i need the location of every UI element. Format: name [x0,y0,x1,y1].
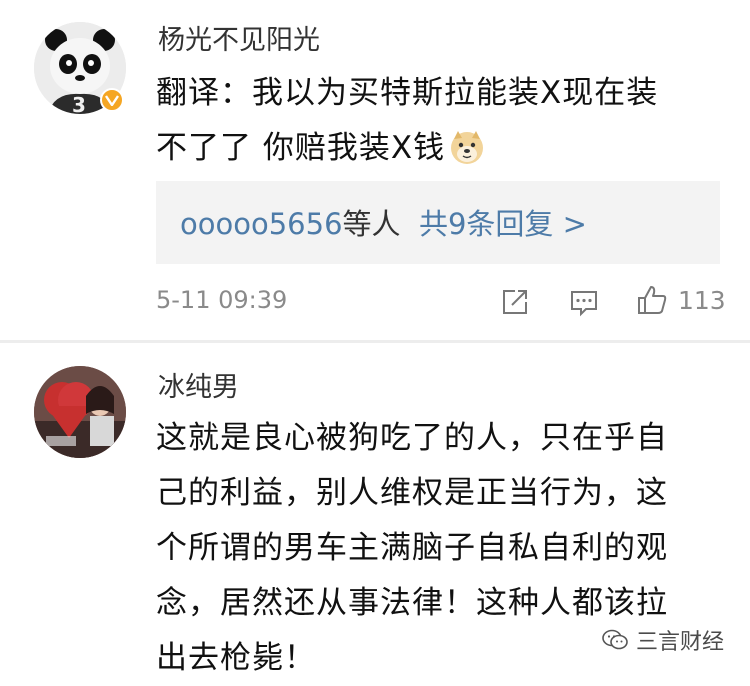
comment-item: 3 杨光不见阳光 翻译：我以为买特斯拉能装X现在装 不了了 你赔我装X钱 ooo… [0,0,750,340]
share-icon[interactable] [500,287,530,317]
like-count: 113 [678,286,726,315]
comment-text: 翻译：我以为买特斯拉能装X现在装 不了了 你赔我装X钱 [156,66,726,176]
comment-icon[interactable] [569,287,599,317]
reply-mid-text: 等人 [342,207,401,241]
comment-line-last: 不了了 你赔我装X钱 [156,121,726,176]
comment-line: 念，居然还从事法律！这种人都该拉 [156,585,668,621]
wechat-icon [602,629,628,650]
comment-line: 翻译：我以为买特斯拉能装X现在装 [156,75,659,111]
timestamp: 5-11 09:39 [156,286,288,314]
verified-icon [100,88,124,112]
username[interactable]: 冰纯男 [158,365,239,404]
comment-line: 己的利益，别人维权是正当行为，这 [156,475,668,511]
reply-summary-text: ooooo5656等人 共9条回复 > [180,201,587,243]
avatar[interactable] [34,366,126,458]
comment-meta: 5-11 09:39 113 [156,284,726,320]
comment-item: 冰纯男 这就是良心被狗吃了的人，只在乎自 己的利益，别人维权是正当行为，这 个所… [0,343,750,676]
comment-line: 个所谓的男车主满脑子自私自利的观 [156,530,668,566]
reply-user-link[interactable]: ooooo5656 [180,207,343,241]
svg-text:3: 3 [72,93,86,114]
watermark: 三言财经 [602,624,724,656]
comment-line: 这就是良心被狗吃了的人，只在乎自 [156,420,668,456]
username[interactable]: 杨光不见阳光 [158,18,320,57]
reply-summary[interactable]: ooooo5656等人 共9条回复 > [156,181,720,264]
comment-line: 不了了 你赔我装X钱 [156,130,446,166]
doge-emoji-icon [451,130,484,164]
like-icon[interactable] [636,284,668,316]
reply-count-link[interactable]: 共9条回复 > [419,207,587,241]
watermark-text: 三言财经 [635,630,724,655]
